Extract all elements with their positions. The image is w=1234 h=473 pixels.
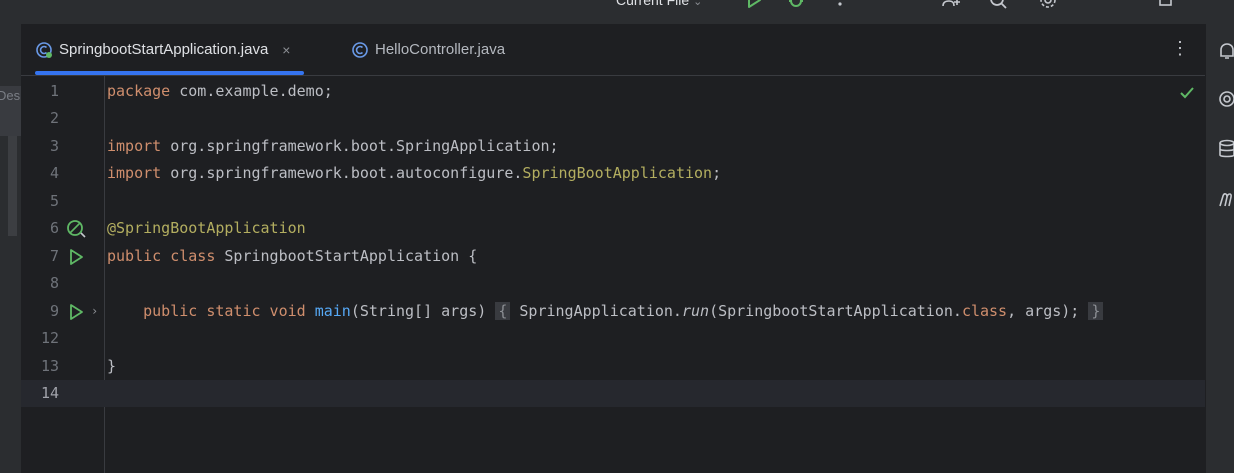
code-line: 4 import org.springframework.boot.autoco… [21,160,1205,187]
window-icon[interactable] [1156,0,1176,10]
spring-bean-gutter-icon[interactable] [66,219,86,239]
line-number: 4 [49,164,59,182]
code-line: 3 import org.springframework.boot.Spring… [21,133,1205,160]
inspection-ok-icon[interactable] [1178,84,1196,102]
folded-region-close[interactable]: } [1088,302,1104,320]
run-gutter-icon[interactable] [66,247,86,267]
code-text: public class SpringbootStartApplication … [107,247,478,265]
run-configuration-selector[interactable]: Current File ⌄ [616,0,702,8]
line-number: 6 [49,219,59,237]
line-number: 13 [40,357,59,375]
code-line: 13 } [21,353,1205,380]
chevron-down-icon: ⌄ [693,0,703,8]
right-tool-strip [1205,24,1234,473]
code-line: 8 [21,270,1205,297]
database-icon[interactable] [1216,138,1234,160]
code-line: 5 [21,188,1205,215]
folded-region-open[interactable]: { [495,302,511,320]
spring-class-file-icon [36,41,52,58]
code-text: package com.example.demo; [107,82,333,100]
maven-icon[interactable] [1216,188,1234,210]
tab-label: SpringbootStartApplication.java [59,41,269,58]
line-number: 5 [49,192,59,210]
code-text: public static void main(String[] args) {… [107,298,1104,325]
tab-hello-controller[interactable]: HelloController.java [351,24,505,75]
tab-springboot-start-application[interactable]: SpringbootStartApplication.java × [35,24,305,75]
editor-tab-bar: SpringbootStartApplication.java × HelloC… [21,24,1205,76]
run-config-label: Current File [616,0,690,8]
ai-assistant-icon[interactable] [1216,88,1234,110]
code-line: 9 › public static void main(String[] arg… [21,298,1205,325]
close-icon[interactable]: × [282,42,290,58]
run-gutter-icon[interactable] [66,302,86,322]
code-text: import org.springframework.boot.SpringAp… [107,137,559,155]
line-number: 3 [49,137,59,155]
line-number: 7 [49,247,59,265]
code-line: 12 [21,325,1205,352]
code-text: } [107,357,117,375]
line-number: 2 [49,109,59,127]
code-text: import org.springframework.boot.autoconf… [107,164,722,182]
line-number: 1 [49,82,59,100]
code-line: 6 @SpringBootApplication [21,215,1205,242]
fold-chevron-icon[interactable]: › [91,298,98,325]
more-vertical-icon[interactable] [830,0,850,10]
line-number: 14 [40,384,59,402]
left-tool-window-tab[interactable]: Des [0,86,21,136]
code-line: 2 [21,105,1205,132]
left-scrollbar-thumb[interactable] [8,136,17,236]
main-toolbar: Current File ⌄ [0,0,1234,24]
left-tool-strip: Des [0,24,21,473]
settings-icon[interactable] [1038,0,1058,10]
code-text: @SpringBootApplication [107,219,306,237]
search-icon[interactable] [988,0,1008,10]
line-number: 12 [40,329,59,347]
line-number: 9 [49,302,59,320]
code-line: 7 public class SpringbootStartApplicatio… [21,243,1205,270]
notifications-icon[interactable] [1216,40,1234,62]
java-class-file-icon [352,41,368,58]
code-line: 1 package com.example.demo; [21,78,1205,105]
tab-label: HelloController.java [375,41,506,58]
code-line-current: 14 [21,380,1205,407]
add-user-icon[interactable] [940,0,960,10]
code-editor[interactable]: 1 package com.example.demo; 2 3 import o… [21,76,1205,473]
more-options-icon[interactable]: ⋮ [1171,38,1189,59]
line-number: 8 [49,274,59,292]
left-tool-window-label: Des [0,88,21,103]
run-icon[interactable] [744,0,764,10]
debug-icon[interactable] [786,0,806,10]
